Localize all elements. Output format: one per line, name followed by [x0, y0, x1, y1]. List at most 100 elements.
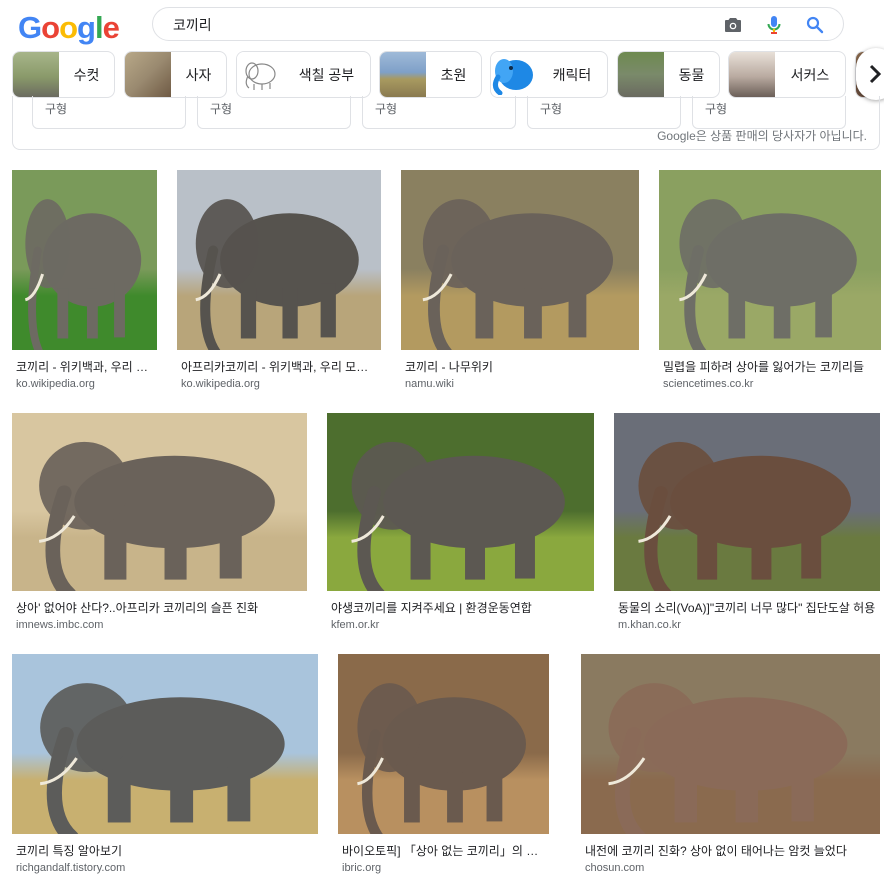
chip-label: 서커스: [790, 66, 830, 83]
logo-letter: e: [102, 10, 120, 45]
logo-letter: g: [77, 10, 96, 45]
filter-box[interactable]: 구형: [527, 96, 681, 129]
chip-thumbnail: [380, 52, 426, 97]
chip-circus[interactable]: 서커스: [728, 51, 846, 98]
logo-letter: o: [59, 10, 78, 45]
image-result-card[interactable]: 야생코끼리를 지켜주세요 | 환경운동연합 kfem.or.kr: [327, 413, 594, 639]
elephant-photo: [12, 170, 157, 350]
result-thumbnail[interactable]: [338, 654, 549, 834]
chip-character[interactable]: 캐릭터: [490, 51, 608, 98]
elephant-cartoon-icon: [492, 58, 533, 95]
filter-label: 구형: [210, 102, 233, 116]
chip-thumbnail: [618, 52, 664, 97]
filter-label: 구형: [540, 102, 563, 116]
result-title[interactable]: 내전에 코끼리 진화? 상아 없이 태어나는 암컷 늘었다: [585, 842, 876, 859]
result-source[interactable]: ko.wikipedia.org: [181, 378, 260, 390]
filter-label: 구형: [375, 102, 398, 116]
image-result-card[interactable]: 동물의 소리(VoA)]"코끼리 너무 많다" 집단도살 허용 m.khan.co…: [614, 413, 880, 639]
image-result-card[interactable]: 바이오토픽] 「상아 없는 코끼리」의 진화 ibric.org: [338, 654, 549, 882]
result-thumbnail[interactable]: [177, 170, 381, 350]
filter-panel: 구형 구형 구형 구형 구형 Google은 상품 판매의 당사자가 아닙니다.: [12, 96, 880, 150]
result-thumbnail[interactable]: [12, 170, 157, 350]
result-title[interactable]: 코끼리 - 나무위키: [405, 358, 635, 375]
chevron-right-icon: [869, 64, 882, 84]
chip-label: 초원: [440, 66, 467, 83]
result-thumbnail[interactable]: [581, 654, 880, 834]
filter-box[interactable]: 구형: [362, 96, 516, 129]
elephant-photo: [327, 413, 594, 591]
image-result-card[interactable]: 코끼리 특징 알아보기 richgandalf.tistory.com: [12, 654, 318, 882]
filter-box[interactable]: 구형: [32, 96, 186, 129]
chip-thumbnail: [237, 52, 283, 97]
elephant-photo: [338, 654, 549, 834]
filter-label: 구형: [705, 102, 728, 116]
chip-label: 캐릭터: [552, 66, 592, 83]
search-icon[interactable]: [805, 15, 825, 35]
result-title[interactable]: 코끼리 - 위키백과, 우리 모두의 백과사전: [16, 358, 153, 375]
elephant-photo: [177, 170, 381, 350]
elephant-photo: [581, 654, 880, 834]
result-title[interactable]: 동물의 소리(VoA)]"코끼리 너무 많다" 집단도살 허용: [618, 599, 876, 616]
result-title[interactable]: 바이오토픽] 「상아 없는 코끼리」의 진화: [342, 842, 545, 859]
elephant-photo: [12, 654, 318, 834]
search-box[interactable]: [152, 7, 844, 41]
image-result-card[interactable]: 코끼리 - 위키백과, 우리 모두의 백과사전 ko.wikipedia.org: [12, 170, 157, 398]
result-source[interactable]: richgandalf.tistory.com: [16, 862, 125, 874]
result-title[interactable]: 야생코끼리를 지켜주세요 | 환경운동연합: [331, 599, 590, 616]
result-title[interactable]: 상아' 없어야 산다?..아프리카 코끼리의 슬픈 진화: [16, 599, 303, 616]
chips-next-button[interactable]: [856, 48, 884, 100]
filter-label: 구형: [45, 102, 68, 116]
chip-label: 수컷: [73, 66, 100, 83]
elephant-photo: [614, 413, 880, 591]
result-source[interactable]: sciencetimes.co.kr: [663, 378, 753, 390]
result-title[interactable]: 코끼리 특징 알아보기: [16, 842, 314, 859]
related-chips: 수컷 사자 색칠 공부 초원 캐릭터 동물 서커스: [12, 51, 884, 98]
chip-label: 색칠 공부: [298, 66, 355, 83]
image-result-card[interactable]: 아프리카코끼리 - 위키백과, 우리 모두의 백과사전 ko.wikipedia.…: [177, 170, 381, 398]
result-source[interactable]: ko.wikipedia.org: [16, 378, 95, 390]
result-source[interactable]: m.khan.co.kr: [618, 619, 681, 631]
result-source[interactable]: imnews.imbc.com: [16, 619, 103, 631]
chip-lion[interactable]: 사자: [124, 51, 227, 98]
logo-letter: l: [94, 10, 104, 45]
image-result-card[interactable]: 내전에 코끼리 진화? 상아 없이 태어나는 암컷 늘었다 chosun.com: [581, 654, 880, 882]
result-source[interactable]: ibric.org: [342, 862, 381, 874]
result-thumbnail[interactable]: [12, 413, 307, 591]
result-title[interactable]: 밀렵을 피하려 상아를 잃어가는 코끼리들: [663, 358, 877, 375]
chip-savanna[interactable]: 초원: [379, 51, 482, 98]
elephant-outline-icon: [245, 61, 276, 90]
result-source[interactable]: namu.wiki: [405, 378, 454, 390]
result-thumbnail[interactable]: [12, 654, 318, 834]
camera-icon[interactable]: [723, 15, 743, 35]
chip-label: 사자: [185, 66, 212, 83]
filter-box[interactable]: 구형: [692, 96, 846, 129]
result-thumbnail[interactable]: [327, 413, 594, 591]
image-result-card[interactable]: 밀렵을 피하려 상아를 잃어가는 코끼리들 sciencetimes.co.kr: [659, 170, 881, 398]
chip-thumbnail: [729, 52, 775, 97]
disclaimer-text: Google은 상품 판매의 당사자가 아닙니다.: [657, 129, 867, 143]
chip-label: 동물: [678, 66, 705, 83]
elephant-photo: [401, 170, 639, 350]
chip-thumbnail: [491, 52, 537, 97]
chip-coloring[interactable]: 색칠 공부: [236, 51, 371, 98]
result-thumbnail[interactable]: [659, 170, 881, 350]
elephant-photo: [12, 413, 307, 591]
chip-animal[interactable]: 동물: [617, 51, 720, 98]
result-title[interactable]: 아프리카코끼리 - 위키백과, 우리 모두의 백과사전: [181, 358, 377, 375]
elephant-photo: [659, 170, 881, 350]
microphone-icon[interactable]: [764, 15, 784, 35]
logo-letter: o: [41, 10, 60, 45]
filter-box[interactable]: 구형: [197, 96, 351, 129]
image-result-card[interactable]: 상아' 없어야 산다?..아프리카 코끼리의 슬픈 진화 imnews.imbc.…: [12, 413, 307, 639]
result-source[interactable]: chosun.com: [585, 862, 644, 874]
google-logo[interactable]: Google: [18, 10, 120, 46]
chip-thumbnail: [13, 52, 59, 97]
result-thumbnail[interactable]: [614, 413, 880, 591]
result-thumbnail[interactable]: [401, 170, 639, 350]
search-input[interactable]: [173, 14, 693, 36]
chip-male[interactable]: 수컷: [12, 51, 115, 98]
result-source[interactable]: kfem.or.kr: [331, 619, 379, 631]
image-result-card[interactable]: 코끼리 - 나무위키 namu.wiki: [401, 170, 639, 398]
chip-thumbnail: [125, 52, 171, 97]
logo-letter: G: [18, 10, 42, 45]
